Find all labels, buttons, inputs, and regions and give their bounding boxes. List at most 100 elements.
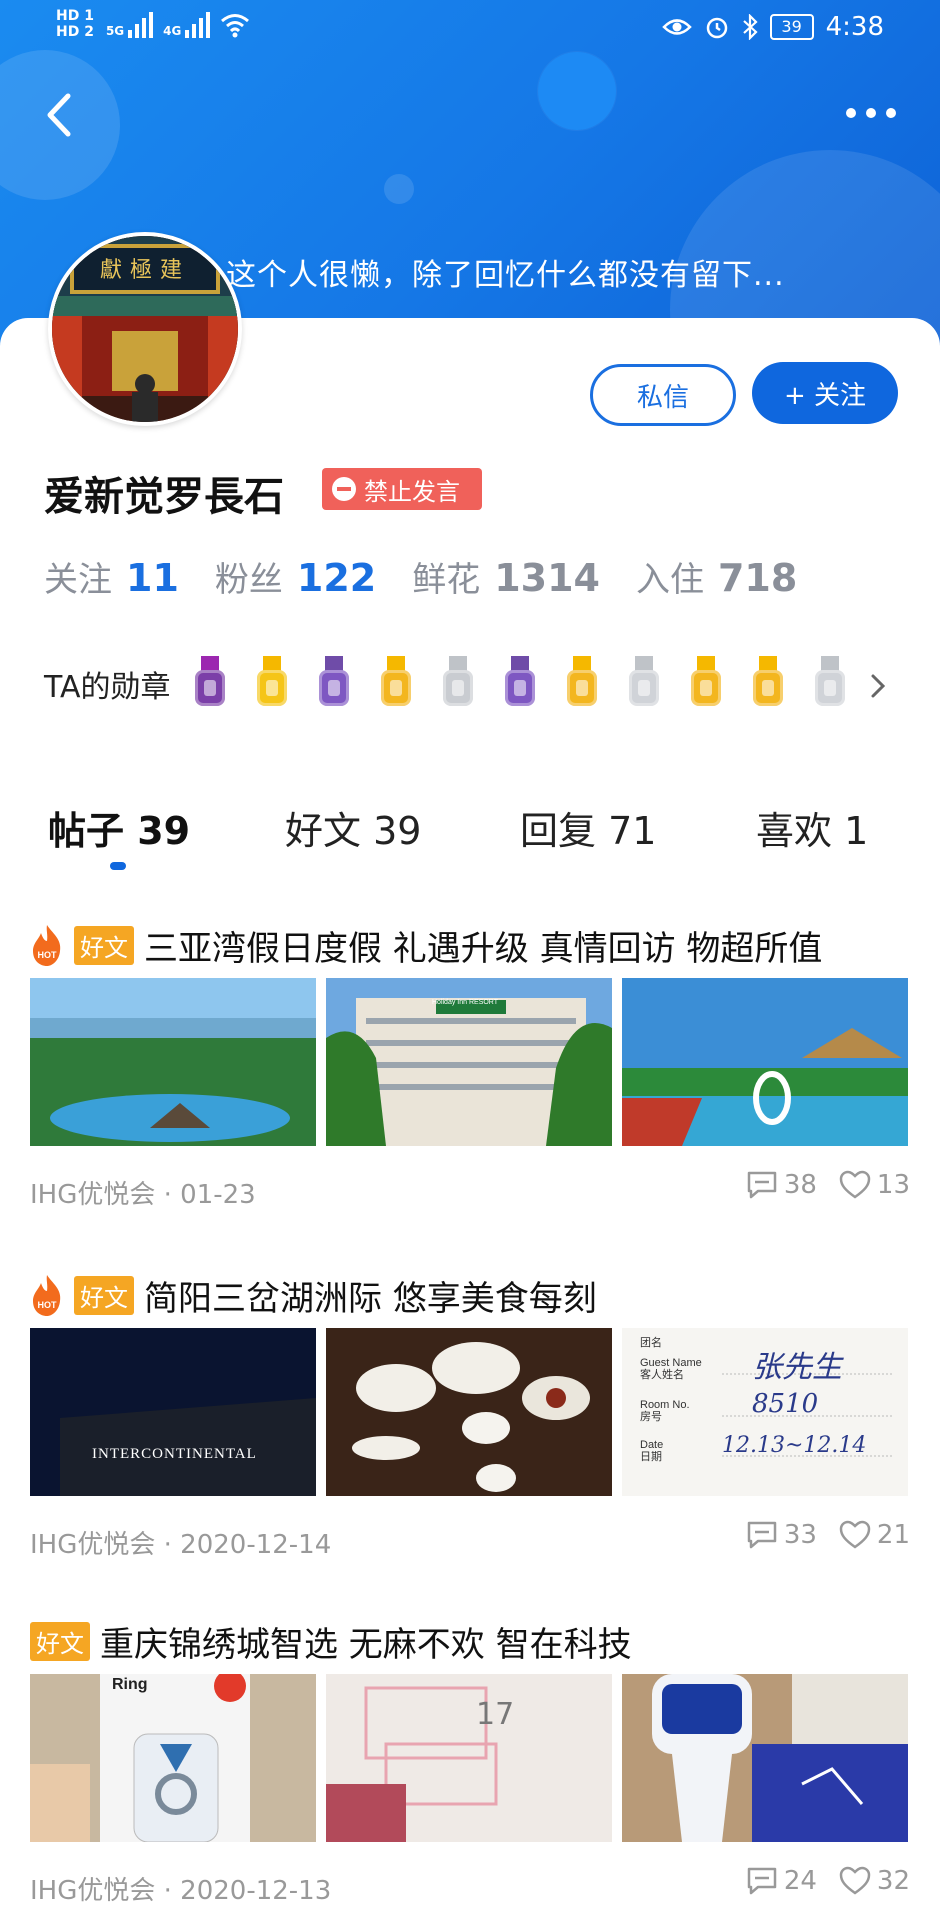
comment-count: 38 xyxy=(783,1170,817,1200)
svg-text:12.13~12.14: 12.13~12.14 xyxy=(722,1433,866,1458)
heart-icon xyxy=(839,1520,871,1549)
heart-icon xyxy=(839,1170,871,1199)
ban-badge: 禁止发言 xyxy=(322,468,482,510)
hot-flame-icon: HOT xyxy=(33,925,61,966)
building-purple-medal-icon xyxy=(317,656,351,712)
stat-flowers: 鲜花 1314 xyxy=(412,552,600,601)
post-thumbnail[interactable]: 团名 Guest Name 客人姓名 Room No. 房号 Date 日期 8… xyxy=(622,1328,908,1496)
hot-flame-icon: HOT xyxy=(33,1275,61,1316)
leaf-gold-medal-icon xyxy=(751,656,785,712)
stat-fans[interactable]: 粉丝 122 xyxy=(215,552,376,601)
post-meta: IHG优悦会 · 2020-12-13 xyxy=(30,1876,332,1906)
svg-text:Room No.: Room No. xyxy=(640,1399,690,1411)
svg-text:17: 17 xyxy=(476,1697,514,1732)
post-thumbnail[interactable]: 17 xyxy=(326,1674,612,1842)
comment-icon xyxy=(747,1171,777,1199)
svg-text:客人姓名: 客人姓名 xyxy=(640,1367,684,1381)
good-article-tag: 好文 xyxy=(74,1275,134,1315)
header-bubble xyxy=(384,174,414,204)
post-item[interactable]: HOT 好文 简阳三岔湖洲际 悠享美食每刻 INTERCONTINENTAL 团… xyxy=(0,1270,940,1560)
comment-button[interactable]: 33 xyxy=(746,1520,817,1550)
thumbnail-product-text: Ring xyxy=(112,1676,148,1693)
tab-posts[interactable]: 帖子 39 xyxy=(48,800,190,855)
good-article-tag: 好文 xyxy=(74,925,134,965)
plane-medal-icon xyxy=(255,656,289,712)
medals-row[interactable]: TA的勋章 xyxy=(44,654,914,714)
chevron-right-icon[interactable] xyxy=(868,672,888,700)
comment-button[interactable]: 24 xyxy=(746,1866,817,1896)
hd-indicator: HD 2 xyxy=(56,24,94,40)
svg-text:HOT: HOT xyxy=(38,1300,58,1310)
flame-gold-medal-icon xyxy=(565,656,599,712)
comment-icon xyxy=(747,1867,777,1895)
stat-label: 粉丝 xyxy=(214,560,283,600)
header-bubble xyxy=(538,52,616,130)
like-count: 21 xyxy=(876,1520,910,1550)
svg-text:HOT: HOT xyxy=(38,950,58,960)
stat-value: 718 xyxy=(717,556,798,600)
post-title[interactable]: 简阳三岔湖洲际 悠享美食每刻 xyxy=(144,1271,597,1320)
tab-likes[interactable]: 喜欢 1 xyxy=(756,800,868,855)
medal-list xyxy=(193,656,875,712)
back-button[interactable] xyxy=(40,90,80,140)
thumbnail-sign-text: INTERCONTINENTAL xyxy=(92,1446,257,1462)
svg-text:日期: 日期 xyxy=(640,1450,662,1463)
follow-button[interactable]: + 关注 xyxy=(752,362,898,424)
post-thumbnail[interactable]: Ring xyxy=(30,1674,316,1842)
username: 爱新觉罗長石 xyxy=(44,474,284,520)
stat-label: 鲜花 xyxy=(412,560,481,600)
like-button[interactable]: 13 xyxy=(839,1170,910,1200)
network-type: 5G xyxy=(105,24,125,38)
stat-value: 122 xyxy=(296,556,377,600)
gem-silver-medal-icon xyxy=(813,656,847,712)
thumbnail-sign-text: Holiday Inn RESORT xyxy=(432,999,499,1006)
post-thumbnail[interactable] xyxy=(326,1328,612,1496)
post-item[interactable]: HOT 好文 三亚湾假日度假 礼遇升级 真情回访 物超所值 Holiday In… xyxy=(0,920,940,1210)
ban-icon xyxy=(332,477,356,501)
more-dot-icon xyxy=(886,108,896,118)
ban-label: 禁止发言 xyxy=(364,477,460,506)
like-count: 13 xyxy=(876,1170,910,1200)
building-silver-medal-icon xyxy=(441,656,475,712)
thumbnail-handwriting: 张先生 xyxy=(752,1350,842,1385)
heart-icon xyxy=(839,1866,871,1895)
comment-count: 24 xyxy=(783,1866,817,1896)
post-thumbnail[interactable] xyxy=(30,978,316,1146)
hd-indicator: HD 1 xyxy=(56,8,94,24)
profile-stats: 关注 11 粉丝 122 鲜花 1314 入住 718 xyxy=(44,552,797,601)
comment-button[interactable]: 38 xyxy=(746,1170,817,1200)
like-button[interactable]: 21 xyxy=(839,1520,910,1550)
svg-text:团名: 团名 xyxy=(640,1335,662,1349)
stat-stays: 入住 718 xyxy=(636,552,797,601)
post-thumbnail[interactable]: Holiday Inn RESORT xyxy=(326,978,612,1146)
avatar[interactable]: 獻極建 xyxy=(48,232,242,426)
profile-bio: 这个人很懒，除了回忆什么都没有留下... xyxy=(226,258,785,293)
wifi-icon xyxy=(221,14,250,38)
alarm-icon xyxy=(706,17,727,39)
comment-icon xyxy=(747,1521,777,1549)
signal-icon xyxy=(185,8,211,38)
post-item[interactable]: 好文 重庆锦绣城智选 无麻不欢 智在科技 Ring 17 IHG优悦会 · 20… xyxy=(0,1616,940,1920)
tab-good-articles[interactable]: 好文 39 xyxy=(285,800,421,855)
eye-icon xyxy=(661,19,692,35)
post-thumbnail[interactable] xyxy=(622,978,908,1146)
flame-purple-medal-icon xyxy=(503,656,537,712)
post-title[interactable]: 三亚湾假日度假 礼遇升级 真情回访 物超所值 xyxy=(144,921,822,970)
flame-silver-medal-icon xyxy=(627,656,661,712)
more-dot-icon xyxy=(866,108,876,118)
more-options-button[interactable] xyxy=(846,98,906,128)
stat-following[interactable]: 关注 11 xyxy=(44,552,179,601)
medals-label: TA的勋章 xyxy=(44,670,171,705)
post-thumbnail[interactable] xyxy=(622,1674,908,1842)
private-message-button[interactable]: 私信 xyxy=(590,364,736,426)
comment-count: 33 xyxy=(783,1520,817,1550)
bluetooth-icon xyxy=(742,14,758,40)
tab-replies[interactable]: 回复 71 xyxy=(520,800,656,855)
post-title[interactable]: 重庆锦绣城智选 无麻不欢 智在科技 xyxy=(100,1617,632,1666)
post-thumbnail[interactable]: INTERCONTINENTAL xyxy=(30,1328,316,1496)
like-button[interactable]: 32 xyxy=(839,1866,910,1896)
pen-gold-medal-icon xyxy=(689,656,723,712)
chevron-left-icon xyxy=(47,93,71,137)
post-meta: IHG优悦会 · 01-23 xyxy=(30,1180,256,1210)
good-article-tag: 好文 xyxy=(30,1621,90,1661)
